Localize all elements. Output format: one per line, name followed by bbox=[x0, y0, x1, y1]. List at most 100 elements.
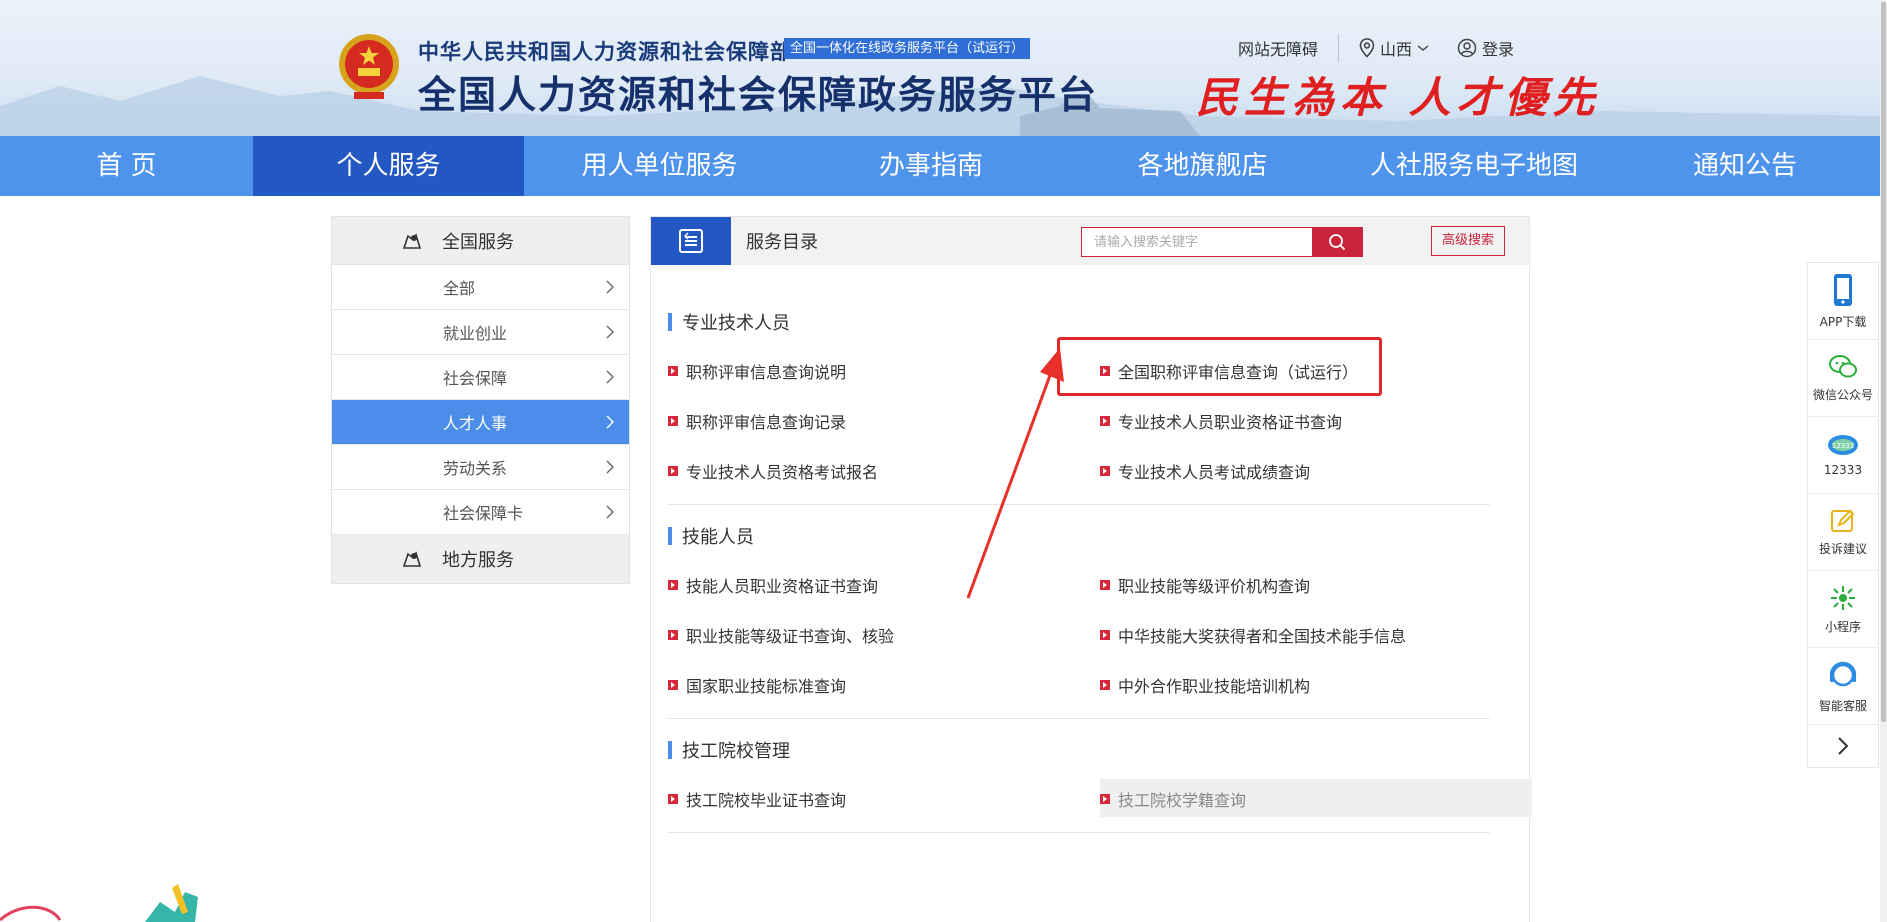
service-link[interactable]: 职业技能等级证书查询、核验 bbox=[668, 622, 894, 648]
smart-service-button[interactable]: 智能客服 bbox=[1808, 648, 1878, 725]
service-link[interactable]: 专业技术人员资格考试报名 bbox=[668, 458, 878, 484]
site-title: 全国人力资源和社会保障政务服务平台 bbox=[418, 73, 1099, 117]
service-sidebar: 全国服务 全部 就业创业 社会保障 人才人事 劳动关系 社会保障卡 地方服务 bbox=[331, 216, 630, 584]
sidebar-item-labor-relations[interactable]: 劳动关系 bbox=[332, 445, 629, 490]
svg-text:12333: 12333 bbox=[1832, 442, 1854, 450]
nav-employer-service[interactable]: 用人单位服务 bbox=[524, 136, 795, 196]
slogan: 民生為本 人才優先 bbox=[1196, 73, 1601, 122]
sidebar-item-label: 就业创业 bbox=[443, 324, 508, 343]
hotline-icon: 12333 bbox=[1828, 435, 1858, 455]
chevron-right-icon bbox=[606, 280, 614, 294]
region-label: 山西 bbox=[1379, 40, 1412, 59]
ministry-name: 中华人民共和国人力资源和社会保障部 bbox=[418, 40, 792, 64]
map-pin-icon bbox=[402, 551, 422, 567]
nav-home[interactable]: 首 页 bbox=[0, 136, 253, 196]
arrow-bullet-icon bbox=[668, 580, 678, 590]
region-selector[interactable]: 山西 bbox=[1359, 36, 1435, 60]
chevron-right-icon bbox=[606, 325, 614, 339]
local-services-label: 地方服务 bbox=[442, 550, 514, 571]
divider bbox=[1337, 34, 1339, 62]
catalog-icon bbox=[651, 217, 731, 265]
arrow-bullet-icon bbox=[668, 466, 678, 476]
collapse-toolbar-button[interactable] bbox=[1808, 725, 1878, 767]
national-emblem-icon bbox=[339, 34, 399, 99]
sidebar-item-talent-personnel[interactable]: 人才人事 bbox=[332, 400, 629, 445]
top-links: 网站无障碍 山西 登录 bbox=[1238, 34, 1514, 62]
arrow-bullet-icon bbox=[1100, 794, 1110, 804]
annotation-arrow-icon bbox=[966, 348, 1064, 599]
search-box bbox=[1081, 227, 1363, 257]
advanced-search-button[interactable]: 高级搜索 bbox=[1431, 226, 1506, 256]
main-nav: 首 页 个人服务 用人单位服务 办事指南 各地旗舰店 人社服务电子地图 通知公告 bbox=[0, 136, 1880, 196]
service-link[interactable]: 职称评审信息查询记录 bbox=[668, 408, 846, 434]
local-services-header[interactable]: 地方服务 bbox=[332, 535, 629, 583]
map-pin-icon bbox=[402, 232, 422, 249]
arrow-bullet-icon bbox=[1100, 580, 1110, 590]
sidebar-item-employment[interactable]: 就业创业 bbox=[332, 310, 629, 355]
link-list: 技工院校毕业证书查询 技工院校学籍查询 bbox=[668, 763, 1532, 833]
service-link[interactable]: 职称评审信息查询说明 bbox=[668, 358, 846, 384]
service-link[interactable]: 中外合作职业技能培训机构 bbox=[1100, 672, 1310, 698]
sidebar-item-label: 劳动关系 bbox=[443, 459, 508, 478]
wechat-button[interactable]: 微信公众号 bbox=[1808, 340, 1878, 417]
feedback-button[interactable]: 投诉建议 bbox=[1808, 494, 1878, 571]
floating-toolbar: APP下载 微信公众号 12333 12333 投诉建议 小程序 智能客服 bbox=[1807, 262, 1879, 768]
panel-header: 服务目录 高级搜索 bbox=[651, 217, 1529, 265]
sidebar-item-label: 社会保障 bbox=[443, 369, 508, 388]
chevron-right-icon bbox=[1838, 737, 1849, 755]
nav-service-map[interactable]: 人社服务电子地图 bbox=[1338, 136, 1610, 196]
chevron-right-icon bbox=[606, 370, 614, 384]
chevron-right-icon bbox=[606, 460, 614, 474]
national-services-label: 全国服务 bbox=[442, 231, 514, 253]
nav-notices[interactable]: 通知公告 bbox=[1610, 136, 1880, 196]
app-download-button[interactable]: APP下载 bbox=[1808, 263, 1878, 340]
sidebar-item-all[interactable]: 全部 bbox=[332, 265, 629, 310]
service-link[interactable]: 技工院校学籍查询 bbox=[1100, 786, 1246, 812]
chevron-right-icon bbox=[606, 415, 614, 429]
national-services-header[interactable]: 全国服务 bbox=[332, 217, 629, 265]
wechat-icon bbox=[1829, 354, 1857, 377]
arrow-bullet-icon bbox=[668, 630, 678, 640]
arrow-bullet-icon bbox=[1100, 630, 1110, 640]
chevron-right-icon bbox=[606, 505, 614, 519]
login-link[interactable]: 登录 bbox=[1457, 36, 1514, 60]
arrow-bullet-icon bbox=[668, 366, 678, 376]
section-technical-school: 技工院校管理 技工院校毕业证书查询 技工院校学籍查询 bbox=[668, 737, 1532, 833]
sidebar-item-ss-card[interactable]: 社会保障卡 bbox=[332, 490, 629, 535]
search-input[interactable] bbox=[1082, 228, 1312, 256]
service-link[interactable]: 中华技能大奖获得者和全国技术能手信息 bbox=[1100, 622, 1406, 648]
panel-title: 服务目录 bbox=[746, 232, 818, 253]
service-link[interactable]: 专业技术人员职业资格证书查询 bbox=[1100, 408, 1342, 434]
service-link[interactable]: 专业技术人员考试成绩查询 bbox=[1100, 458, 1310, 484]
service-link[interactable]: 职业技能等级评价机构查询 bbox=[1100, 572, 1310, 598]
site-header: 中华人民共和国人力资源和社会保障部 全国一体化在线政务服务平台（试运行） 全国人… bbox=[0, 0, 1880, 136]
service-link[interactable]: 国家职业技能标准查询 bbox=[668, 672, 846, 698]
miniprogram-icon bbox=[1831, 585, 1855, 610]
section-title: 技工院校管理 bbox=[668, 737, 1490, 763]
arrow-bullet-icon bbox=[668, 680, 678, 690]
arrow-bullet-icon bbox=[1100, 466, 1110, 476]
service-link[interactable]: 技工院校毕业证书查询 bbox=[668, 786, 846, 812]
hotline-button[interactable]: 12333 12333 bbox=[1808, 417, 1878, 494]
scrollbar-thumb[interactable] bbox=[1881, 2, 1886, 722]
nav-service-guide[interactable]: 办事指南 bbox=[795, 136, 1067, 196]
phone-icon bbox=[1834, 273, 1852, 306]
decorative-graphic bbox=[0, 884, 198, 922]
sidebar-item-label: 全部 bbox=[443, 279, 476, 298]
search-button[interactable] bbox=[1312, 228, 1362, 256]
arrow-bullet-icon bbox=[1100, 416, 1110, 426]
chevron-down-icon bbox=[1417, 45, 1429, 51]
location-pin-icon bbox=[1359, 38, 1375, 58]
sidebar-item-label: 社会保障卡 bbox=[443, 504, 524, 523]
nav-personal-service[interactable]: 个人服务 bbox=[253, 136, 524, 196]
section-title: 专业技术人员 bbox=[668, 309, 1490, 335]
arrow-bullet-icon bbox=[668, 794, 678, 804]
service-link[interactable]: 技能人员职业资格证书查询 bbox=[668, 572, 878, 598]
annotation-highlight-box bbox=[1057, 337, 1382, 396]
accessibility-link[interactable]: 网站无障碍 bbox=[1238, 36, 1318, 60]
sidebar-item-label: 人才人事 bbox=[443, 414, 508, 433]
service-catalog-panel: 服务目录 高级搜索 专业技术人员 职称评审信息查询说明 全国职称评审信息查询（试… bbox=[650, 216, 1532, 922]
nav-local-stores[interactable]: 各地旗舰店 bbox=[1067, 136, 1338, 196]
miniprogram-button[interactable]: 小程序 bbox=[1808, 571, 1878, 648]
sidebar-item-social-security[interactable]: 社会保障 bbox=[332, 355, 629, 400]
